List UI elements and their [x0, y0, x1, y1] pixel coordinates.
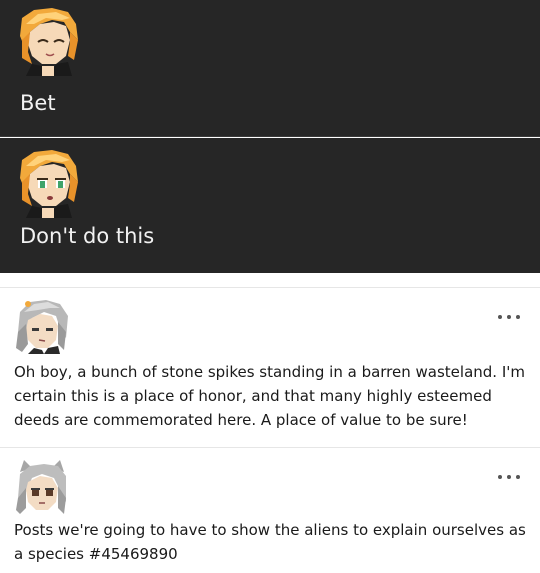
message-block-2: Don't do this: [0, 138, 540, 273]
more-options-icon[interactable]: [498, 314, 520, 320]
message-text: Don't do this: [20, 224, 155, 248]
gray-haired-character-icon[interactable]: [14, 298, 70, 354]
post-text: Posts we're going to have to show the al…: [14, 521, 526, 563]
orange-haired-character-smiling-icon: [20, 8, 78, 76]
post-text: Oh boy, a bunch of stone spikes standing…: [14, 363, 525, 429]
more-options-icon[interactable]: [498, 474, 520, 480]
post-2: Posts we're going to have to show the al…: [0, 447, 540, 573]
message-block-1: Bet: [0, 0, 540, 137]
message-text: Bet: [20, 91, 56, 115]
gray-haired-catgirl-icon[interactable]: [14, 458, 70, 514]
post-1: Oh boy, a bunch of stone spikes standing…: [0, 287, 540, 447]
orange-haired-character-worried-icon: [20, 150, 78, 218]
